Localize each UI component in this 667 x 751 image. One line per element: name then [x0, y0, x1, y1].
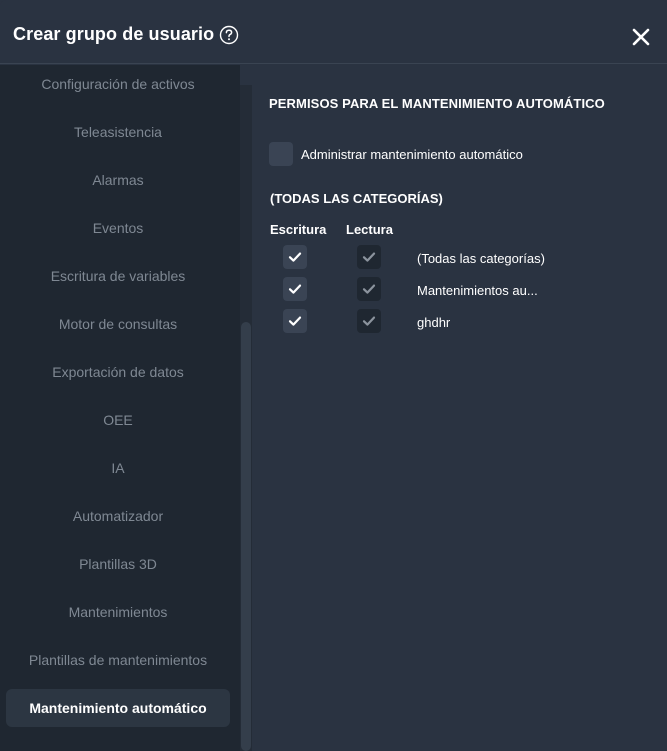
write-checkbox-mantenimientos[interactable]	[283, 277, 307, 301]
dialog-title: Crear grupo de usuario	[13, 24, 215, 44]
write-checkbox-all-categories[interactable]	[283, 245, 307, 269]
close-icon	[632, 28, 650, 46]
row-label-all-categories: (Todas las categorías)	[417, 251, 545, 266]
permissions-sidebar: Configuración de activos Teleasistencia …	[0, 65, 240, 751]
sidebar-item-plantillas-mantenimientos[interactable]: Plantillas de mantenimientos	[6, 641, 230, 679]
section-title: PERMISOS PARA EL MANTENIMIENTO AUTOMÁTIC…	[269, 96, 605, 111]
column-header-read: Lectura	[346, 222, 393, 237]
admin-maintenance-checkbox[interactable]	[269, 142, 293, 166]
read-checkbox-all-categories[interactable]	[357, 245, 381, 269]
sidebar-item-mantenimiento-automatico[interactable]: Mantenimiento automático	[6, 689, 230, 727]
read-checkbox-mantenimientos[interactable]	[357, 277, 381, 301]
check-icon	[288, 252, 302, 262]
sidebar-item-alarmas[interactable]: Alarmas	[6, 161, 230, 199]
sidebar-scrollbar-thumb[interactable]	[241, 322, 251, 751]
check-icon	[362, 284, 376, 294]
sidebar-item-escritura-variables[interactable]: Escritura de variables	[6, 257, 230, 295]
sidebar-item-plantillas-3d[interactable]: Plantillas 3D	[6, 545, 230, 583]
sidebar-item-oee[interactable]: OEE	[6, 401, 230, 439]
create-user-group-dialog: Crear grupo de usuario Configuración de …	[0, 0, 667, 751]
check-icon	[288, 284, 302, 294]
check-icon	[288, 316, 302, 326]
permissions-panel: PERMISOS PARA EL MANTENIMIENTO AUTOMÁTIC…	[252, 65, 667, 751]
row-label-ghdhr: ghdhr	[417, 315, 451, 330]
sidebar-item-ia[interactable]: IA	[6, 449, 230, 487]
read-checkbox-ghdhr[interactable]	[357, 309, 381, 333]
row-label-mantenimientos: Mantenimientos au...	[417, 283, 538, 298]
dialog-header: Crear grupo de usuario	[0, 0, 667, 64]
question-circle-icon[interactable]	[219, 25, 239, 45]
write-checkbox-ghdhr[interactable]	[283, 309, 307, 333]
sidebar-item-motor-consultas[interactable]: Motor de consultas	[6, 305, 230, 343]
admin-maintenance-label: Administrar mantenimiento automático	[301, 147, 523, 162]
close-button[interactable]	[630, 26, 652, 48]
sidebar-item-eventos[interactable]: Eventos	[6, 209, 230, 247]
check-icon	[362, 252, 376, 262]
sidebar-item-exportacion-datos[interactable]: Exportación de datos	[6, 353, 230, 391]
sidebar-item-mantenimientos[interactable]: Mantenimientos	[6, 593, 230, 631]
column-header-write: Escritura	[270, 222, 327, 237]
sidebar-item-teleasistencia[interactable]: Teleasistencia	[6, 113, 230, 151]
check-icon	[362, 316, 376, 326]
sidebar-item-automatizador[interactable]: Automatizador	[6, 497, 230, 535]
categories-title: (TODAS LAS CATEGORÍAS)	[270, 191, 443, 206]
sidebar-item-configuracion-activos[interactable]: Configuración de activos	[6, 65, 230, 103]
